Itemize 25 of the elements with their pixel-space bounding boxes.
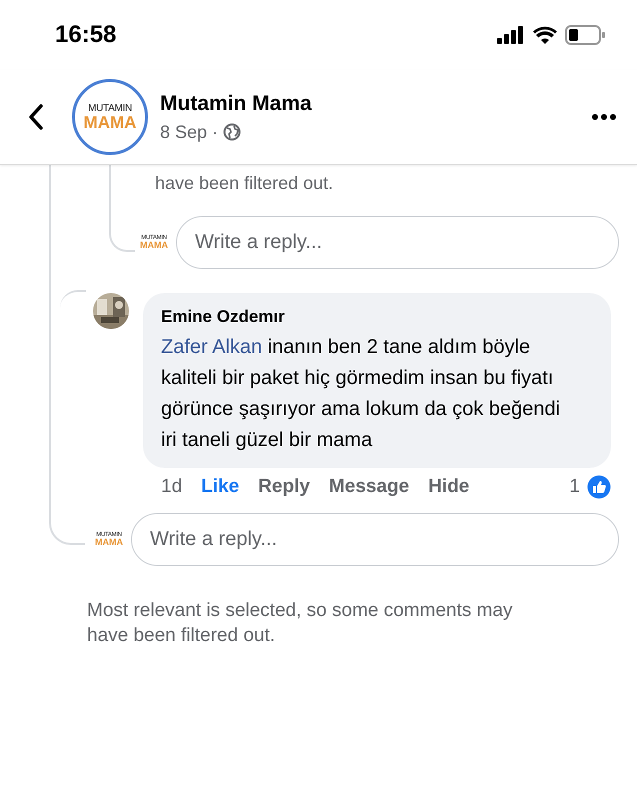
page-avatar[interactable]: MUTAMIN MAMA — [72, 79, 148, 155]
comment-action[interactable]: Message — [328, 476, 422, 498]
more-icon[interactable] — [591, 113, 617, 121]
like-icon — [587, 475, 611, 499]
status-time: 16:58 — [55, 21, 116, 49]
reaction-count: 1 — [569, 476, 580, 498]
comment-action[interactable]: Like — [201, 476, 252, 498]
mention-link[interactable]: Zafer Alkan — [161, 336, 262, 358]
reply-field[interactable]: Write a reply... — [176, 216, 619, 269]
comment-time: 1d — [161, 476, 182, 498]
comment-author[interactable]: Emine Ozdemır — [161, 307, 593, 327]
separator: · — [212, 122, 218, 142]
filter-note: Most relevant is selected, so some comments may have been filtered out. — [87, 599, 514, 648]
reply-field[interactable]: Write a reply... — [131, 513, 619, 566]
battery-icon — [565, 25, 605, 45]
post-date: 8 Sep — [160, 122, 208, 142]
globe-icon — [223, 123, 242, 141]
comment-action[interactable]: Hide — [428, 476, 482, 498]
filter-note: have been filtered out. — [155, 173, 334, 194]
logo: MUTAMIN MAMA — [84, 104, 136, 130]
wifi-icon — [533, 26, 557, 44]
page-name[interactable]: Mutamin Mama — [160, 92, 591, 116]
signal-icon — [497, 26, 525, 44]
comment-text: Zafer Alkan inanın ben 2 tane aldım böyle kaliteli bir paket hiç görmedim insan bu fiyatı görünce şaşırıyor ama lokum da çok beğendi iri taneli güzel bir mama — [161, 335, 562, 453]
comment-action[interactable]: Reply — [258, 476, 322, 498]
